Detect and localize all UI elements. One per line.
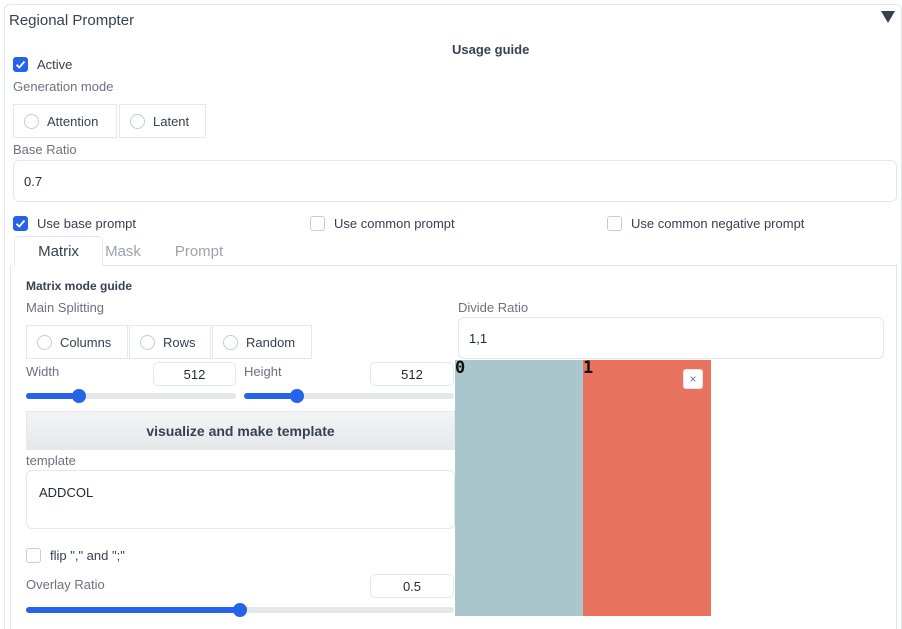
radio-latent[interactable]: Latent [119, 104, 206, 138]
flip-checkbox[interactable] [26, 548, 41, 563]
region-1 [583, 360, 711, 616]
matrix-mode-guide[interactable]: Matrix mode guide [26, 279, 132, 293]
width-label: Width [26, 364, 60, 379]
height-number-input[interactable]: 512 [370, 362, 454, 386]
base-ratio-label: Base Ratio [13, 142, 77, 157]
radio-attention[interactable]: Attention [13, 104, 117, 138]
use-base-prompt-checkbox[interactable] [13, 216, 28, 231]
active-checkbox[interactable] [13, 57, 28, 72]
radio-circle[interactable] [223, 334, 238, 350]
width-number-input[interactable]: 512 [153, 362, 236, 386]
divide-ratio-input[interactable]: 1,1 [458, 317, 884, 359]
radio-rows[interactable]: Rows [129, 325, 211, 359]
height-slider-thumb[interactable] [289, 389, 304, 403]
use-common-negative-prompt-checkbox[interactable] [607, 216, 622, 231]
usage-guide-link[interactable]: Usage guide [452, 42, 529, 57]
collapse-arrow-icon[interactable] [880, 9, 896, 25]
radio-circle[interactable] [24, 113, 39, 129]
use-base-prompt-label: Use base prompt [37, 216, 136, 231]
radio-latent-label: Latent [153, 113, 190, 129]
active-checkbox-row[interactable]: Active [13, 57, 72, 72]
tab-matrix[interactable]: Matrix [14, 236, 103, 266]
height-label: Height [244, 364, 282, 379]
active-label: Active [37, 57, 73, 72]
region-1-label: 1 [583, 358, 594, 378]
width-slider-thumb[interactable] [71, 389, 86, 403]
use-common-prompt-checkbox[interactable] [310, 216, 325, 231]
use-common-prompt-row[interactable]: Use common prompt [310, 216, 455, 231]
overlay-ratio-label: Overlay Ratio [26, 577, 105, 592]
height-slider[interactable] [244, 389, 454, 403]
radio-circle[interactable] [140, 334, 155, 350]
radio-rows-label: Rows [163, 334, 196, 350]
height-slider-fill [244, 393, 297, 399]
radio-columns-label: Columns [60, 334, 112, 350]
close-icon: × [689, 372, 697, 386]
radio-random[interactable]: Random [212, 325, 312, 359]
region-0 [455, 360, 583, 616]
radio-circle[interactable] [130, 113, 145, 129]
overlay-ratio-slider-fill [26, 607, 240, 613]
overlay-ratio-slider-thumb[interactable] [233, 603, 247, 617]
width-slider-fill [26, 393, 79, 399]
flip-checkbox-row[interactable]: flip "," and ";" [26, 548, 125, 563]
template-label: template [26, 453, 76, 468]
overlay-ratio-number-input[interactable]: 0.5 [370, 574, 454, 598]
tab-prompt[interactable]: Prompt [166, 236, 232, 266]
use-common-prompt-label: Use common prompt [334, 216, 455, 231]
radio-random-label: Random [246, 334, 296, 350]
tab-mask[interactable]: Mask [103, 236, 143, 266]
use-base-prompt-row[interactable]: Use base prompt [13, 216, 136, 231]
panel-title: Regional Prompter [9, 12, 135, 29]
radio-attention-label: Attention [47, 113, 99, 129]
generation-mode-label: Generation mode [13, 79, 114, 94]
flip-label: flip "," and ";" [50, 548, 125, 563]
visualize-button[interactable]: visualize and make template [26, 411, 455, 450]
width-slider[interactable] [26, 389, 236, 403]
template-textarea[interactable]: ADDCOL [26, 470, 455, 529]
radio-circle[interactable] [37, 334, 52, 350]
check-icon [15, 219, 26, 228]
region-preview-image [455, 360, 711, 616]
overlay-ratio-slider[interactable] [26, 603, 454, 617]
divide-ratio-label: Divide Ratio [458, 300, 529, 315]
main-splitting-label: Main Splitting [26, 300, 105, 315]
region-0-label: 0 [455, 358, 466, 378]
check-icon [15, 60, 26, 69]
close-preview-button[interactable]: × [683, 369, 703, 389]
base-ratio-input[interactable]: 0.7 [13, 160, 897, 202]
use-common-negative-prompt-row[interactable]: Use common negative prompt [607, 216, 804, 231]
radio-columns[interactable]: Columns [26, 325, 128, 359]
use-common-negative-prompt-label: Use common negative prompt [631, 216, 805, 231]
